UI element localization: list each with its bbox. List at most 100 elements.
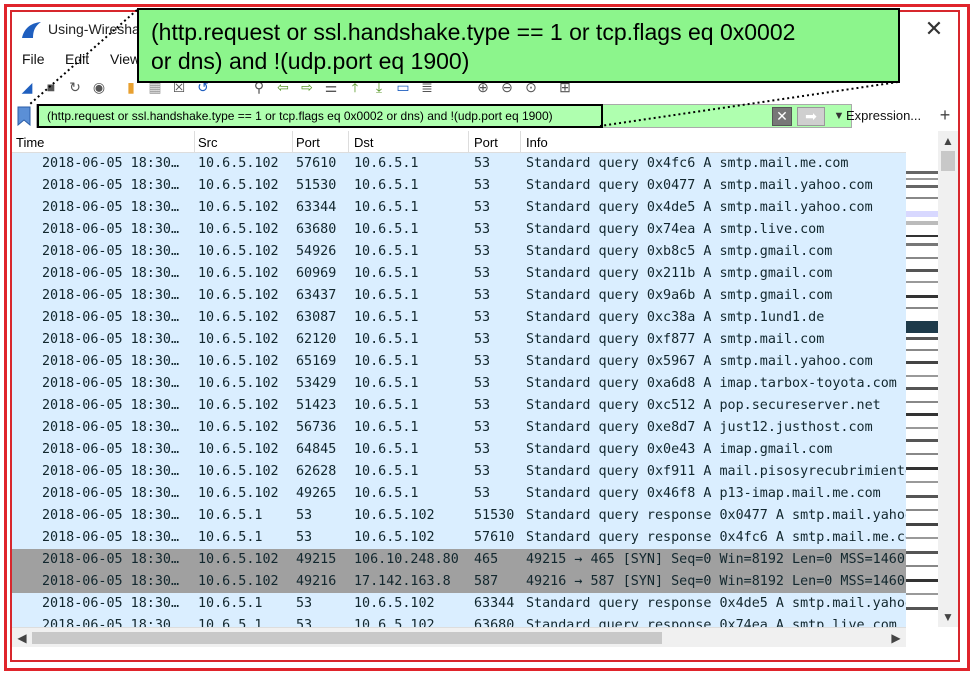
cell-src-port: 63087 [296,310,337,325]
minimap-stripe [906,401,938,403]
table-row[interactable]: 2018-06-05 18:30… 10.6.5.102 63437 10.6.5.1… [12,285,906,307]
column-divider[interactable] [348,131,349,153]
table-row[interactable]: 2018-06-05 18:30… 10.6.5.102 49215 106.10.2… [12,549,906,571]
table-row[interactable]: 2018-06-05 18:30… 10.6.5.1 53 10.6.5.102 515… [12,505,906,527]
restart-capture-icon[interactable]: ↻ [66,78,84,96]
vertical-scrollbar[interactable]: ▲ ▼ [938,131,958,627]
cell-dst: 10.6.5.1 [354,442,419,457]
table-row[interactable]: 2018-06-05 18:30… 10.6.5.102 54926 10.6.5.1… [12,241,906,263]
horizontal-scroll-thumb[interactable] [32,632,662,644]
cell-time: 2018-06-05 18:30… [42,332,180,347]
table-row[interactable]: 2018-06-05 18:30… 10.6.5.102 65169 10.6.5.1… [12,351,906,373]
minimap-stripe [906,197,938,199]
cell-dst: 10.6.5.1 [354,310,419,325]
cell-dst: 10.6.5.1 [354,222,419,237]
cell-dst-port: 53 [474,222,491,237]
column-header-time[interactable]: Time [16,135,44,150]
scroll-down-icon[interactable]: ▼ [940,609,956,625]
table-row[interactable]: 2018-06-05 18:30… 10.6.5.102 63344 10.6.5.1… [12,197,906,219]
cell-dst-port: 53 [474,398,491,413]
cell-src: 10.6.5.102 [198,222,279,237]
column-divider[interactable] [194,131,195,153]
cell-src: 10.6.5.102 [198,464,279,479]
table-row[interactable]: 2018-06-05 18:30… 10.6.5.102 60969 10.6.5.1… [12,263,906,285]
cell-info: Standard query 0xf911 A mail.pisosyrecub… [526,464,906,479]
table-row[interactable]: 2018-06-05 18:30… 10.6.5.102 49216 17.142.1… [12,571,906,593]
cell-dst: 10.6.5.1 [354,486,419,501]
column-header-src-port[interactable]: Port [296,135,320,150]
cell-dst: 10.6.5.102 [354,596,435,611]
column-header-dst[interactable]: Dst [354,135,374,150]
cell-info: 49216 → 587 [SYN] Seq=0 Win=8192 Len=0 M… [526,574,905,589]
add-filter-button-icon[interactable]: + [936,104,954,126]
close-button[interactable]: ✕ [922,17,946,41]
table-row[interactable]: 2018-06-05 18:30… 10.6.5.1 53 10.6.5.102 633… [12,593,906,615]
horizontal-scrollbar[interactable]: ◀ ▶ [12,627,906,647]
table-row[interactable]: 2018-06-05 18:30… 10.6.5.102 53429 10.6.5.1… [12,373,906,395]
table-row[interactable]: 2018-06-05 18:30… 10.6.5.1 53 10.6.5.102 576… [12,527,906,549]
cell-dst-port: 53 [474,266,491,281]
column-divider[interactable] [468,131,469,153]
bookmark-icon[interactable] [16,106,32,126]
table-row[interactable]: 2018-06-05 18:30… 10.6.5.102 62120 10.6.5.1… [12,329,906,351]
column-divider[interactable] [520,131,521,153]
cell-time: 2018-06-05 18:30… [42,442,180,457]
menu-view[interactable]: View [110,51,140,67]
column-header-info[interactable]: Info [526,135,548,150]
cell-src-port: 57610 [296,156,337,171]
table-row[interactable]: 2018-06-05 18:30… 10.6.5.102 49265 10.6.5.1… [12,483,906,505]
cell-src: 10.6.5.102 [198,354,279,369]
minimap-stripe [906,349,938,351]
cell-src: 10.6.5.102 [198,376,279,391]
packet-minimap[interactable] [906,131,938,627]
cell-time: 2018-06-05 18:30… [42,530,180,545]
cell-dst-port: 53 [474,200,491,215]
minimap-stripe [906,523,938,526]
table-row[interactable]: 2018-06-05 18:30… 10.6.5.102 51423 10.6.5.1… [12,395,906,417]
callout-line-2: or dns) and !(udp.port eq 1900) [151,48,470,74]
stop-capture-icon[interactable]: ■ [42,78,60,96]
packet-list[interactable]: Time Src Port Dst Port Info 2018-06-05 1… [12,131,906,627]
clear-filter-icon[interactable]: ✕ [772,107,792,126]
table-row[interactable]: 2018-06-05 18:30… 10.6.5.102 51530 10.6.5.1… [12,175,906,197]
cell-time: 2018-06-05 18:30… [42,464,180,479]
table-row[interactable]: 2018-06-05 18:30… 10.6.5.102 57610 10.6.5.1… [12,153,906,175]
cell-src-port: 62120 [296,332,337,347]
column-header-src[interactable]: Src [198,135,218,150]
cell-info: Standard query response 0x4de5 A smtp.ma… [526,596,906,611]
cell-dst-port: 53 [474,244,491,259]
column-header-dst-port[interactable]: Port [474,135,498,150]
cell-time: 2018-06-05 18:30… [42,376,180,391]
table-row[interactable]: 2018-06-05 18:30… 10.6.5.102 64845 10.6.5.1… [12,439,906,461]
table-row[interactable]: 2018-06-05 18:30… 10.6.5.102 62628 10.6.5.1… [12,461,906,483]
cell-info: Standard query 0xe8d7 A just12.justhost.… [526,420,873,435]
cell-dst-port: 53 [474,310,491,325]
scroll-right-icon[interactable]: ▶ [888,630,904,646]
menu-edit[interactable]: Edit [65,51,89,67]
display-filter-input[interactable]: (http.request or ssl.handshake.type == 1… [36,104,852,128]
cell-dst: 10.6.5.1 [354,464,419,479]
cell-dst-port: 57610 [474,530,515,545]
scroll-left-icon[interactable]: ◀ [14,630,30,646]
cell-dst-port: 53 [474,420,491,435]
expression-button[interactable]: Expression... [842,105,932,127]
cell-dst-port: 53 [474,156,491,171]
menu-file[interactable]: File [22,51,45,67]
cell-src-port: 63344 [296,200,337,215]
scroll-up-icon[interactable]: ▲ [940,133,956,149]
table-row[interactable]: 2018-06-05 18:30… 10.6.5.102 56736 10.6.5.1… [12,417,906,439]
cell-dst-port: 53 [474,464,491,479]
column-divider[interactable] [292,131,293,153]
cell-dst-port: 53 [474,178,491,193]
cell-dst: 10.6.5.1 [354,178,419,193]
apply-filter-icon[interactable]: ➡ [797,107,825,126]
cell-dst: 10.6.5.102 [354,508,435,523]
cell-info: Standard query 0xa6d8 A imap.tarbox-toyo… [526,376,897,391]
table-row[interactable]: 2018-06-05 18:30… 10.6.5.1 53 10.6.5.102 636… [12,615,906,627]
table-row[interactable]: 2018-06-05 18:30… 10.6.5.102 63087 10.6.5.1… [12,307,906,329]
start-capture-icon[interactable]: ◢ [18,78,36,96]
cell-info: Standard query 0x0e43 A imap.gmail.com [526,442,833,457]
table-row[interactable]: 2018-06-05 18:30… 10.6.5.102 63680 10.6.5.1… [12,219,906,241]
vertical-scroll-thumb[interactable] [941,151,955,171]
capture-options-icon[interactable]: ◉ [90,78,108,96]
